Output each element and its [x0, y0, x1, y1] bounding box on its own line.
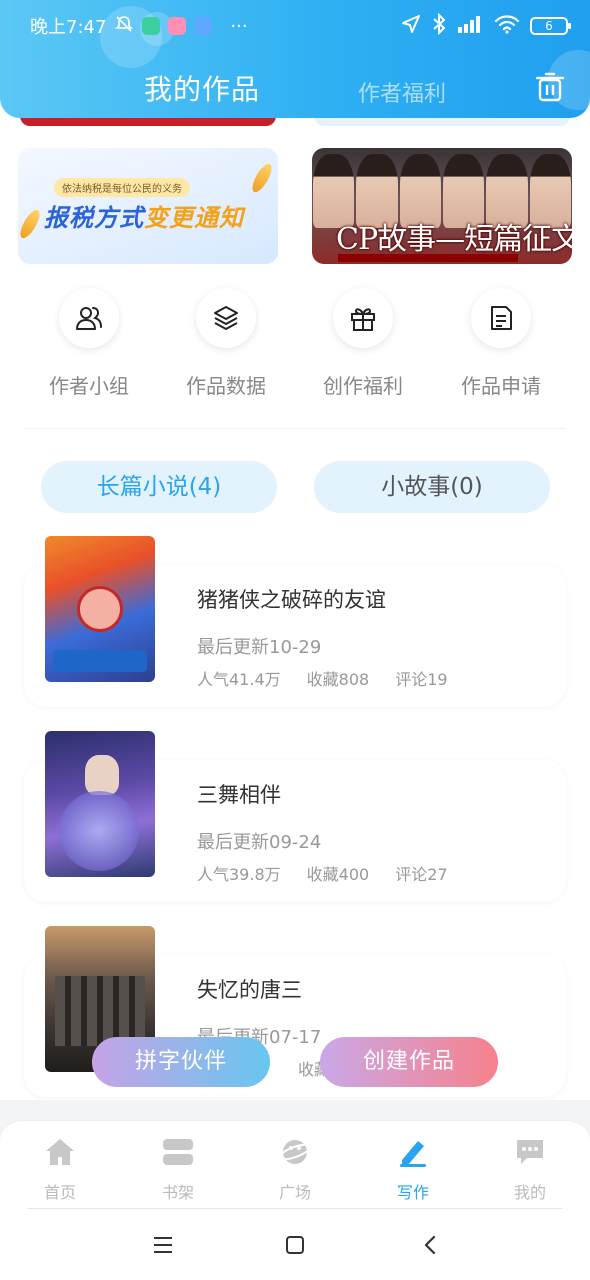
- leaf-decoration: [18, 207, 44, 241]
- document-icon: [471, 288, 531, 348]
- section-divider: [24, 428, 566, 429]
- book-cover[interactable]: [45, 731, 155, 877]
- nav-me[interactable]: 我的: [490, 1135, 570, 1203]
- layers-icon: [196, 288, 256, 348]
- book-comments: 评论27: [395, 865, 448, 884]
- tax-banner-caption: 依法纳税是每位公民的义务: [54, 178, 190, 197]
- bookshelf-icon: [161, 1135, 195, 1169]
- system-navigation-bar: [0, 1210, 590, 1280]
- book-updated: 最后更新09-24: [197, 832, 322, 853]
- app-notification-icon: [142, 17, 161, 35]
- home-square-icon[interactable]: [284, 1234, 306, 1256]
- quick-label: 创作福利: [323, 374, 403, 398]
- battery-indicator: 6: [530, 17, 571, 35]
- gift-icon: [333, 288, 393, 348]
- chat-bubble-icon: [513, 1135, 547, 1169]
- tax-title-part1: 报税方式: [44, 204, 144, 232]
- book-popularity: 人气39.8万: [197, 865, 281, 884]
- create-work-button[interactable]: 创建作品: [320, 1037, 498, 1087]
- nav-label: 我的: [513, 1183, 546, 1202]
- signal-icon: [456, 14, 484, 39]
- wifi-icon: [494, 14, 520, 39]
- planet-icon: [278, 1135, 312, 1169]
- nav-divider: [28, 1208, 562, 1209]
- tab-long-novels[interactable]: 长篇小说(4): [41, 461, 277, 513]
- book-title: 失忆的唐三: [197, 978, 302, 1002]
- word-partner-button[interactable]: 拼字伙伴: [92, 1037, 270, 1087]
- nav-label: 广场: [278, 1183, 311, 1202]
- pen-icon: [396, 1135, 430, 1169]
- trash-icon[interactable]: [535, 72, 565, 102]
- book-stats: 人气41.4万 收藏808 评论19: [197, 666, 448, 690]
- quick-creation-welfare[interactable]: 创作福利: [295, 288, 431, 399]
- book-popularity: 人气41.4万: [197, 670, 281, 689]
- location-icon: [400, 13, 422, 40]
- tab-author-welfare[interactable]: 作者福利: [358, 76, 446, 108]
- more-notifications: ···: [230, 15, 248, 37]
- quick-label: 作品数据: [186, 374, 266, 398]
- tab-short-stories[interactable]: 小故事(0): [314, 461, 550, 513]
- book-comments: 评论19: [395, 670, 448, 689]
- mute-bell-icon: [114, 14, 134, 39]
- message-notification-icon: [194, 17, 213, 35]
- nav-writing[interactable]: 写作: [373, 1135, 453, 1203]
- nav-plaza[interactable]: 广场: [255, 1135, 335, 1203]
- cp-banner-title: CP故事—短篇征文: [336, 222, 572, 257]
- tax-banner-title: 报税方式变更通知: [44, 198, 244, 233]
- nav-label: 首页: [43, 1183, 76, 1202]
- book-cover[interactable]: [45, 536, 155, 682]
- leaf-decoration: [248, 161, 276, 195]
- quick-author-group[interactable]: 作者小组: [21, 288, 157, 399]
- quick-work-application[interactable]: 作品申请: [433, 288, 569, 399]
- menu-icon[interactable]: [152, 1234, 174, 1256]
- bluetooth-icon: [432, 12, 446, 40]
- book-title: 三舞相伴: [197, 783, 281, 807]
- back-icon[interactable]: [420, 1234, 442, 1256]
- book-favorites: 收藏808: [306, 670, 370, 689]
- bottom-navigation: 首页 书架 广场 写作 我的: [0, 1120, 590, 1210]
- cp-banner-strip: [338, 254, 518, 262]
- content-bottom-spacer: [0, 1100, 590, 1120]
- book-favorites: 收藏400: [306, 865, 370, 884]
- status-bar: 晚上7:47 ··· 6: [0, 0, 590, 52]
- book-stats: 人气39.8万 收藏400 评论27: [197, 861, 448, 885]
- tax-notice-banner[interactable]: 依法纳税是每位公民的义务 报税方式变更通知: [18, 148, 278, 264]
- tab-my-works[interactable]: 我的作品: [144, 68, 260, 108]
- game-notification-icon: [168, 17, 187, 35]
- status-time: 晚上7:47: [30, 17, 107, 38]
- nav-home[interactable]: 首页: [20, 1135, 100, 1203]
- quick-actions: 作者小组 作品数据 创作福利 作品申请: [0, 288, 590, 408]
- home-icon: [43, 1135, 77, 1169]
- cp-story-banner[interactable]: CP故事—短篇征文: [312, 148, 572, 264]
- nav-bookshelf[interactable]: 书架: [138, 1135, 218, 1203]
- book-title: 猪猪侠之破碎的友谊: [197, 588, 386, 612]
- quick-label: 作品申请: [461, 374, 541, 398]
- author-group-icon: [59, 288, 119, 348]
- top-header: 晚上7:47 ··· 6 我的作品 作者福利: [0, 0, 590, 118]
- nav-label: 书架: [161, 1183, 194, 1202]
- quick-work-data[interactable]: 作品数据: [158, 288, 294, 399]
- book-updated: 最后更新10-29: [197, 637, 322, 658]
- tax-title-part2: 变更通知: [144, 204, 244, 232]
- nav-label: 写作: [396, 1183, 429, 1202]
- quick-label: 作者小组: [49, 374, 129, 398]
